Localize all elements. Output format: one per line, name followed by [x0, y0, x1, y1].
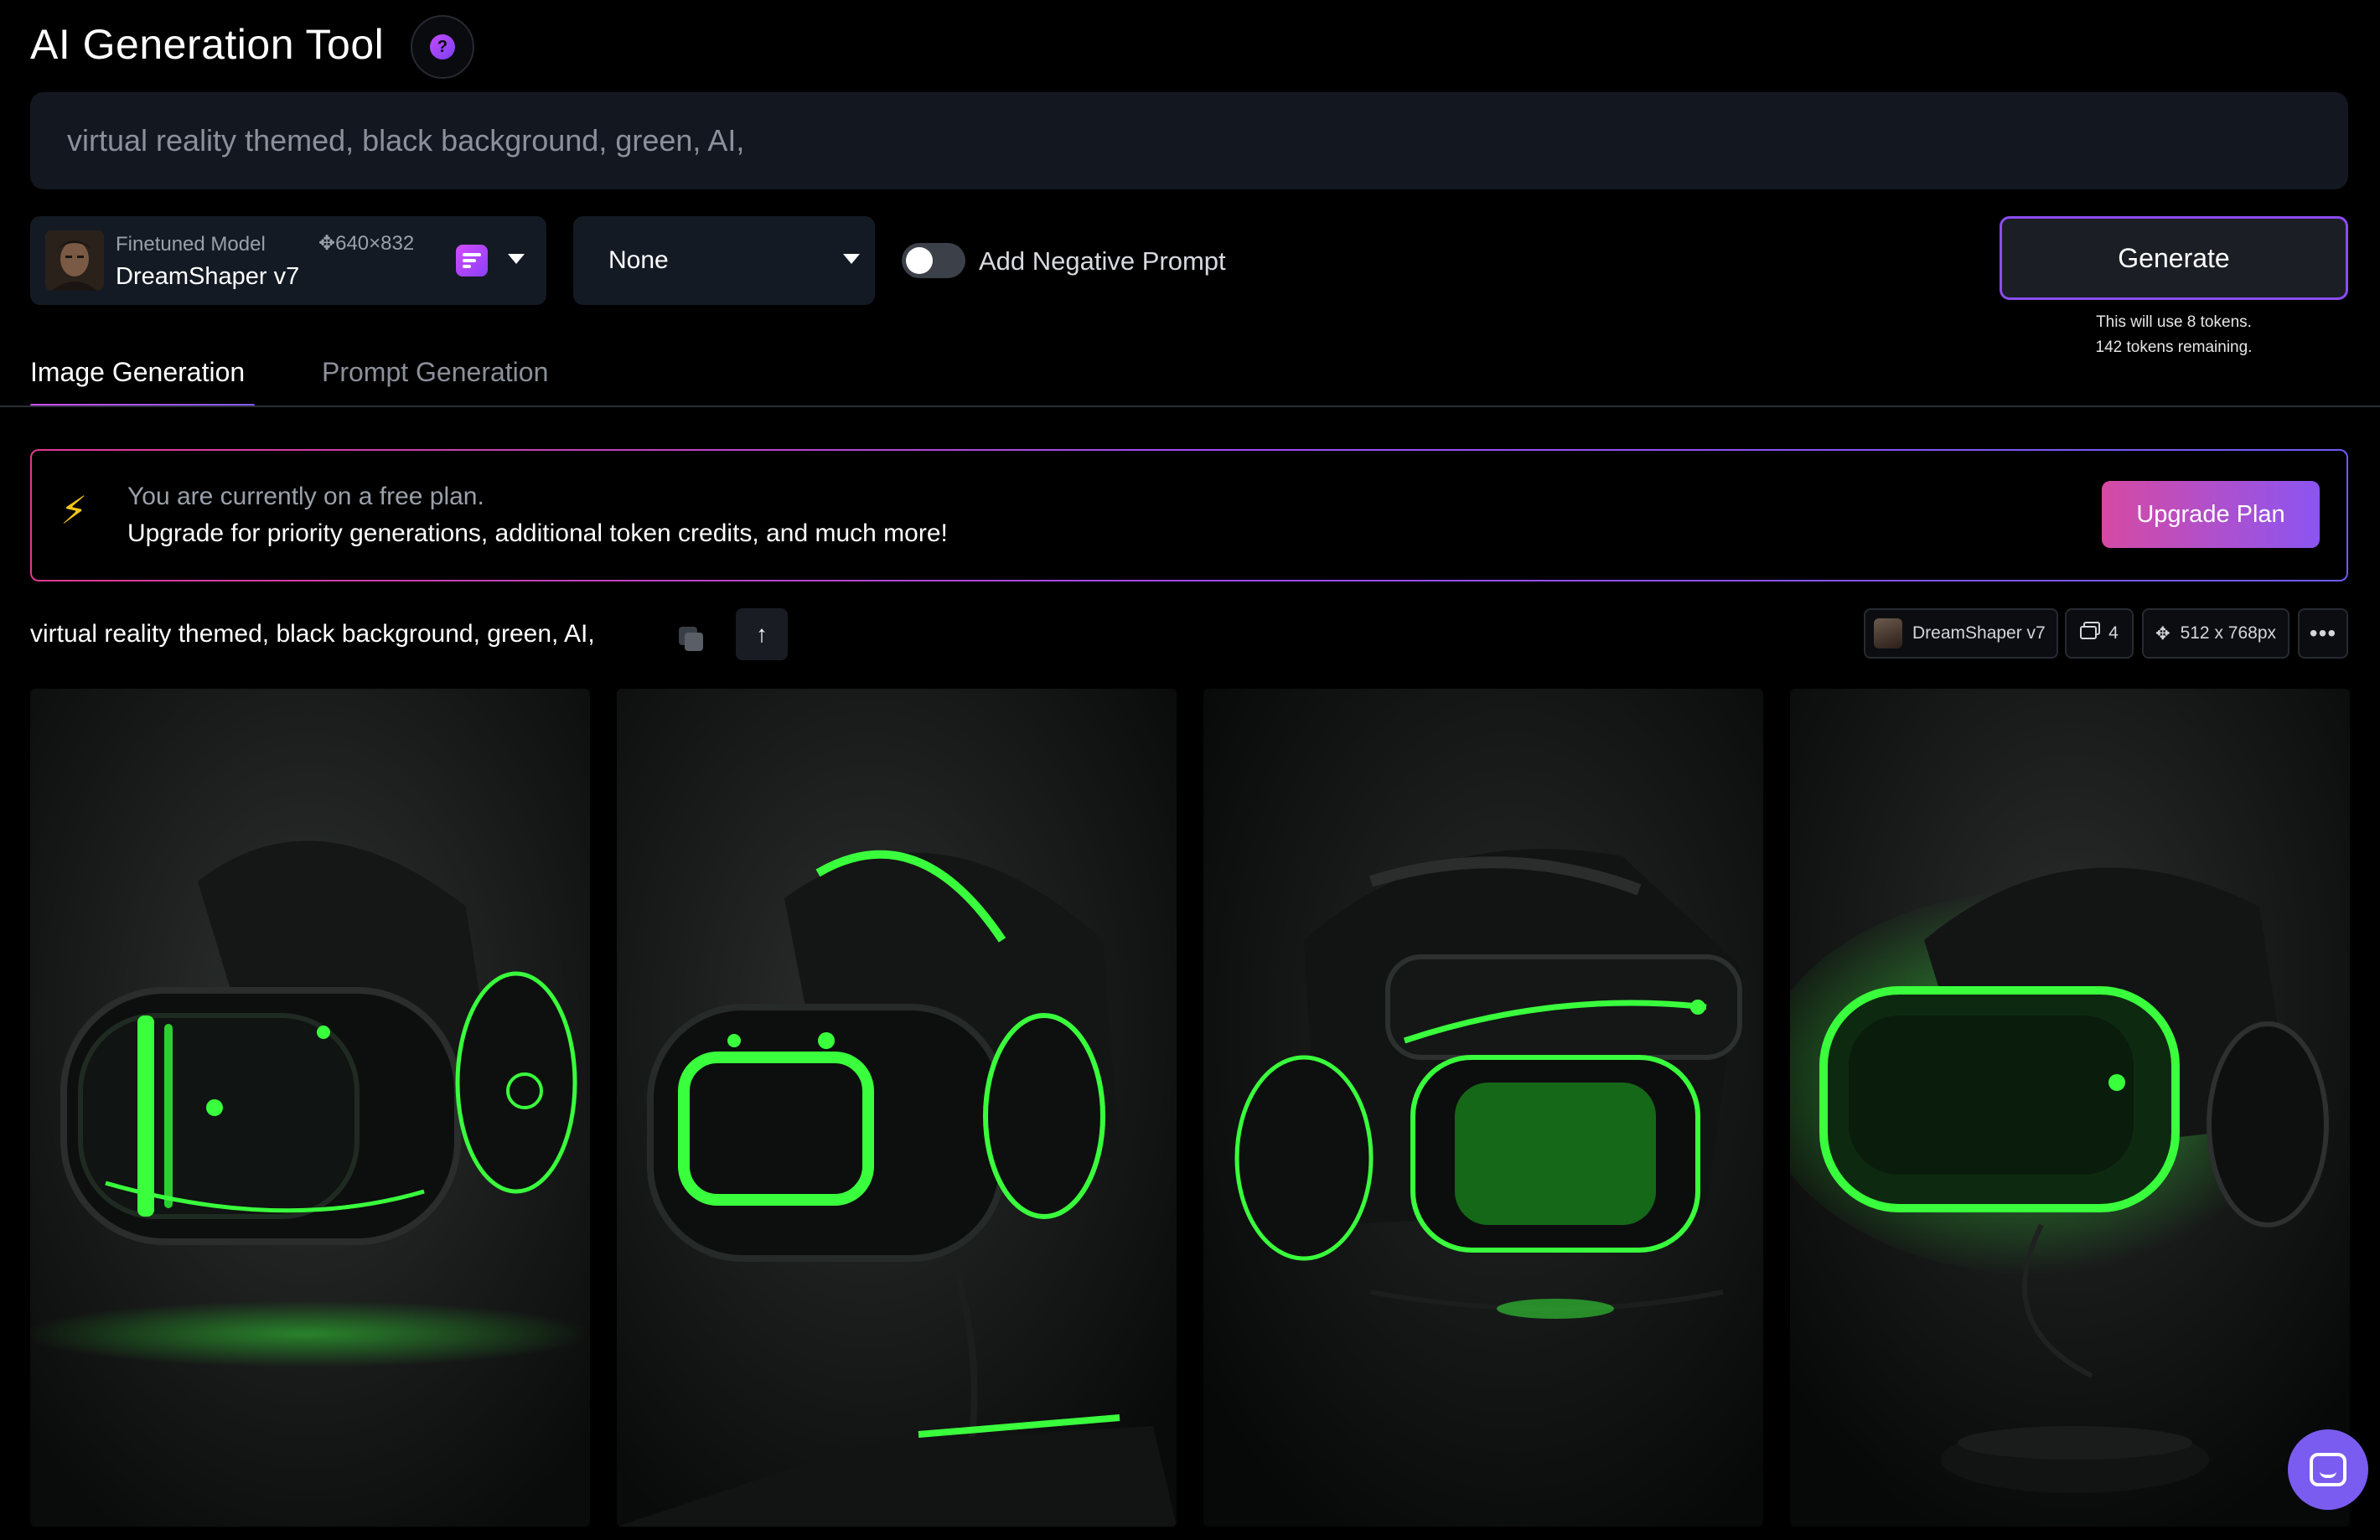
image-size-chip: ✥ 512 x 768px: [2142, 608, 2289, 659]
chevron-down-icon[interactable]: [508, 254, 525, 264]
page-title: AI Generation Tool: [30, 21, 385, 68]
move-icon: ✥: [2155, 623, 2170, 643]
ellipsis-icon: •••: [2309, 620, 2337, 646]
token-remaining-text: 142 tokens remaining.: [2095, 338, 2253, 356]
negative-prompt-toggle[interactable]: [902, 243, 965, 278]
model-avatar: [1874, 618, 1902, 649]
model-name: DreamShaper v7: [116, 263, 300, 290]
chat-icon: [2310, 1453, 2346, 1486]
generated-image[interactable]: [617, 689, 1177, 1527]
generation-model-chip: DreamShaper v7: [1864, 608, 2058, 659]
generated-image[interactable]: [30, 689, 590, 1527]
token-usage-text: This will use 8 tokens.: [2096, 313, 2252, 331]
tab-prompt-generation[interactable]: Prompt Generation: [322, 357, 548, 388]
image-size: 512 x 768px: [2180, 623, 2277, 643]
arrow-up-icon: ↑: [756, 621, 768, 647]
tabs-divider: [0, 406, 2380, 407]
banner-line-1: You are currently on a free plan.: [127, 483, 484, 510]
image-count: 4: [2108, 623, 2119, 643]
prompt-input[interactable]: virtual reality themed, black background…: [30, 92, 2348, 189]
negative-prompt-label: Add Negative Prompt: [979, 246, 1226, 276]
model-settings-icon[interactable]: [456, 245, 488, 276]
reuse-prompt-button[interactable]: ↑: [736, 608, 788, 660]
copy-icon[interactable]: [670, 618, 711, 659]
model-label: Finetuned Model: [116, 233, 266, 256]
more-options-button[interactable]: •••: [2298, 608, 2348, 659]
chevron-down-icon: [843, 254, 860, 264]
generated-image[interactable]: [1203, 689, 1763, 1527]
generate-button[interactable]: Generate: [2000, 216, 2348, 300]
generated-image[interactable]: [1790, 689, 2350, 1527]
lightning-icon: ⚡: [60, 488, 88, 532]
generation-model-name: DreamShaper v7: [1912, 623, 2046, 643]
tab-image-generation[interactable]: Image Generation: [30, 357, 245, 388]
question-mark-icon: ?: [430, 34, 455, 59]
style-dropdown[interactable]: None: [573, 216, 875, 305]
help-button[interactable]: ?: [411, 15, 474, 79]
images-icon: [2080, 622, 2101, 645]
model-avatar: [45, 230, 104, 291]
style-dropdown-value: None: [608, 246, 669, 274]
generation-prompt: virtual reality themed, black background…: [30, 620, 595, 648]
model-selector[interactable]: Finetuned Model ✥640×832 DreamShaper v7: [30, 216, 546, 305]
toggle-knob: [906, 247, 933, 274]
free-plan-banner: ⚡ You are currently on a free plan. Upgr…: [30, 449, 2348, 581]
model-dimensions: ✥640×832: [318, 232, 415, 255]
banner-line-2: Upgrade for priority generations, additi…: [127, 519, 948, 547]
upgrade-plan-button[interactable]: Upgrade Plan: [2102, 481, 2320, 548]
image-count-chip: 4: [2065, 608, 2134, 659]
chat-support-button[interactable]: [2288, 1429, 2368, 1510]
